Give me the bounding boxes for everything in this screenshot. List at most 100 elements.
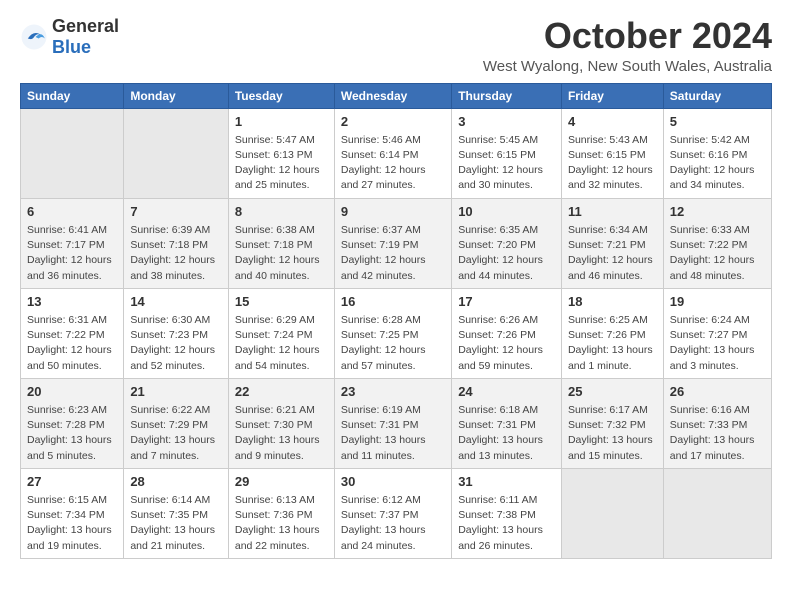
- day-info: Sunrise: 6:28 AM Sunset: 7:25 PM Dayligh…: [341, 313, 445, 374]
- day-number: 30: [341, 473, 445, 491]
- calendar-cell: 13Sunrise: 6:31 AM Sunset: 7:22 PM Dayli…: [21, 288, 124, 378]
- calendar-cell: 9 Sunrise: 6:37 AM Sunset: 7:19 PM Daylig…: [334, 198, 451, 288]
- calendar-cell: 15 Sunrise: 6:29 AM Sunset: 7:24 PM Dayli…: [228, 288, 334, 378]
- day-info: Sunrise: 5:47 AM Sunset: 6:13 PM Dayligh…: [235, 133, 328, 194]
- day-number: 7: [130, 203, 222, 221]
- calendar-cell: 30 Sunrise: 6:12 AM Sunset: 7:37 PM Dayli…: [334, 468, 451, 558]
- day-info: Sunrise: 6:33 AM Sunset: 7:22 PM Dayligh…: [670, 223, 765, 284]
- calendar-cell: 20 Sunrise: 6:23 AM Sunset: 7:28 PM Dayli…: [21, 378, 124, 468]
- day-info: Sunrise: 6:29 AM Sunset: 7:24 PM Dayligh…: [235, 313, 328, 374]
- day-number: 31: [458, 473, 555, 491]
- calendar-cell: 31Sunrise: 6:11 AM Sunset: 7:38 PM Dayli…: [452, 468, 562, 558]
- calendar-header-row: SundayMondayTuesdayWednesdayThursdayFrid…: [21, 83, 772, 108]
- calendar-cell: 11 Sunrise: 6:34 AM Sunset: 7:21 PM Dayli…: [561, 198, 663, 288]
- day-number: 26: [670, 383, 765, 401]
- calendar-cell: 26Sunrise: 6:16 AM Sunset: 7:33 PM Dayli…: [663, 378, 771, 468]
- day-info: Sunrise: 6:17 AM Sunset: 7:32 PM Dayligh…: [568, 403, 657, 464]
- logo-text: General Blue: [52, 16, 119, 58]
- day-info: Sunrise: 6:31 AM Sunset: 7:22 PM Dayligh…: [27, 313, 117, 374]
- day-info: Sunrise: 6:15 AM Sunset: 7:34 PM Dayligh…: [27, 493, 117, 554]
- calendar-cell: 17 Sunrise: 6:26 AM Sunset: 7:26 PM Dayli…: [452, 288, 562, 378]
- calendar-cell: 2Sunrise: 5:46 AM Sunset: 6:14 PM Daylig…: [334, 108, 451, 198]
- calendar-cell: 21Sunrise: 6:22 AM Sunset: 7:29 PM Dayli…: [124, 378, 229, 468]
- logo-blue: Blue: [52, 37, 91, 57]
- calendar-week-row: 6 Sunrise: 6:41 AM Sunset: 7:17 PM Daylig…: [21, 198, 772, 288]
- day-info: Sunrise: 6:41 AM Sunset: 7:17 PM Dayligh…: [27, 223, 117, 284]
- calendar-week-row: 20 Sunrise: 6:23 AM Sunset: 7:28 PM Dayli…: [21, 378, 772, 468]
- day-number: 1: [235, 113, 328, 131]
- calendar-cell: 3Sunrise: 5:45 AM Sunset: 6:15 PM Daylig…: [452, 108, 562, 198]
- day-info: Sunrise: 6:37 AM Sunset: 7:19 PM Dayligh…: [341, 223, 445, 284]
- page-subtitle: West Wyalong, New South Wales, Australia: [483, 58, 772, 75]
- calendar-week-row: 13Sunrise: 6:31 AM Sunset: 7:22 PM Dayli…: [21, 288, 772, 378]
- calendar-cell: [21, 108, 124, 198]
- day-info: Sunrise: 6:12 AM Sunset: 7:37 PM Dayligh…: [341, 493, 445, 554]
- calendar-cell: 29 Sunrise: 6:13 AM Sunset: 7:36 PM Dayli…: [228, 468, 334, 558]
- day-info: Sunrise: 6:18 AM Sunset: 7:31 PM Dayligh…: [458, 403, 555, 464]
- day-info: Sunrise: 6:26 AM Sunset: 7:26 PM Dayligh…: [458, 313, 555, 374]
- day-number: 5: [670, 113, 765, 131]
- day-number: 28: [130, 473, 222, 491]
- day-header-wednesday: Wednesday: [334, 83, 451, 108]
- calendar-cell: 23Sunrise: 6:19 AM Sunset: 7:31 PM Dayli…: [334, 378, 451, 468]
- page-title: October 2024: [483, 16, 772, 56]
- calendar-cell: 4Sunrise: 5:43 AM Sunset: 6:15 PM Daylig…: [561, 108, 663, 198]
- calendar-cell: 27 Sunrise: 6:15 AM Sunset: 7:34 PM Dayli…: [21, 468, 124, 558]
- day-number: 19: [670, 293, 765, 311]
- calendar-cell: 10Sunrise: 6:35 AM Sunset: 7:20 PM Dayli…: [452, 198, 562, 288]
- day-info: Sunrise: 6:14 AM Sunset: 7:35 PM Dayligh…: [130, 493, 222, 554]
- day-info: Sunrise: 6:30 AM Sunset: 7:23 PM Dayligh…: [130, 313, 222, 374]
- day-info: Sunrise: 6:25 AM Sunset: 7:26 PM Dayligh…: [568, 313, 657, 374]
- day-number: 17: [458, 293, 555, 311]
- day-info: Sunrise: 6:38 AM Sunset: 7:18 PM Dayligh…: [235, 223, 328, 284]
- day-info: Sunrise: 6:21 AM Sunset: 7:30 PM Dayligh…: [235, 403, 328, 464]
- day-number: 16: [341, 293, 445, 311]
- day-info: Sunrise: 5:42 AM Sunset: 6:16 PM Dayligh…: [670, 133, 765, 194]
- calendar-cell: 5 Sunrise: 5:42 AM Sunset: 6:16 PM Daylig…: [663, 108, 771, 198]
- day-header-tuesday: Tuesday: [228, 83, 334, 108]
- day-info: Sunrise: 5:43 AM Sunset: 6:15 PM Dayligh…: [568, 133, 657, 194]
- day-header-thursday: Thursday: [452, 83, 562, 108]
- day-number: 25: [568, 383, 657, 401]
- day-number: 29: [235, 473, 328, 491]
- day-number: 12: [670, 203, 765, 221]
- calendar-cell: 24 Sunrise: 6:18 AM Sunset: 7:31 PM Dayli…: [452, 378, 562, 468]
- calendar-cell: [663, 468, 771, 558]
- day-info: Sunrise: 5:46 AM Sunset: 6:14 PM Dayligh…: [341, 133, 445, 194]
- day-number: 6: [27, 203, 117, 221]
- day-info: Sunrise: 6:13 AM Sunset: 7:36 PM Dayligh…: [235, 493, 328, 554]
- calendar-cell: [124, 108, 229, 198]
- day-number: 11: [568, 203, 657, 221]
- day-header-friday: Friday: [561, 83, 663, 108]
- calendar-cell: 8Sunrise: 6:38 AM Sunset: 7:18 PM Daylig…: [228, 198, 334, 288]
- day-number: 27: [27, 473, 117, 491]
- day-number: 18: [568, 293, 657, 311]
- calendar-cell: 1 Sunrise: 5:47 AM Sunset: 6:13 PM Daylig…: [228, 108, 334, 198]
- calendar-week-row: 1 Sunrise: 5:47 AM Sunset: 6:13 PM Daylig…: [21, 108, 772, 198]
- calendar-cell: 16 Sunrise: 6:28 AM Sunset: 7:25 PM Dayli…: [334, 288, 451, 378]
- calendar-cell: 18 Sunrise: 6:25 AM Sunset: 7:26 PM Dayli…: [561, 288, 663, 378]
- header: General Blue October 2024 West Wyalong, …: [20, 16, 772, 75]
- logo: General Blue: [20, 16, 119, 58]
- calendar-cell: 22Sunrise: 6:21 AM Sunset: 7:30 PM Dayli…: [228, 378, 334, 468]
- logo-general: General: [52, 16, 119, 36]
- day-number: 24: [458, 383, 555, 401]
- calendar-cell: 6 Sunrise: 6:41 AM Sunset: 7:17 PM Daylig…: [21, 198, 124, 288]
- calendar-cell: [561, 468, 663, 558]
- day-info: Sunrise: 6:34 AM Sunset: 7:21 PM Dayligh…: [568, 223, 657, 284]
- calendar-cell: 28 Sunrise: 6:14 AM Sunset: 7:35 PM Dayli…: [124, 468, 229, 558]
- day-header-saturday: Saturday: [663, 83, 771, 108]
- day-info: Sunrise: 6:22 AM Sunset: 7:29 PM Dayligh…: [130, 403, 222, 464]
- day-number: 20: [27, 383, 117, 401]
- calendar-cell: 14 Sunrise: 6:30 AM Sunset: 7:23 PM Dayli…: [124, 288, 229, 378]
- day-number: 15: [235, 293, 328, 311]
- day-info: Sunrise: 6:23 AM Sunset: 7:28 PM Dayligh…: [27, 403, 117, 464]
- day-number: 3: [458, 113, 555, 131]
- day-number: 14: [130, 293, 222, 311]
- day-info: Sunrise: 6:19 AM Sunset: 7:31 PM Dayligh…: [341, 403, 445, 464]
- day-number: 9: [341, 203, 445, 221]
- calendar-table: SundayMondayTuesdayWednesdayThursdayFrid…: [20, 83, 772, 559]
- calendar-cell: 19Sunrise: 6:24 AM Sunset: 7:27 PM Dayli…: [663, 288, 771, 378]
- title-area: October 2024 West Wyalong, New South Wal…: [483, 16, 772, 75]
- day-header-monday: Monday: [124, 83, 229, 108]
